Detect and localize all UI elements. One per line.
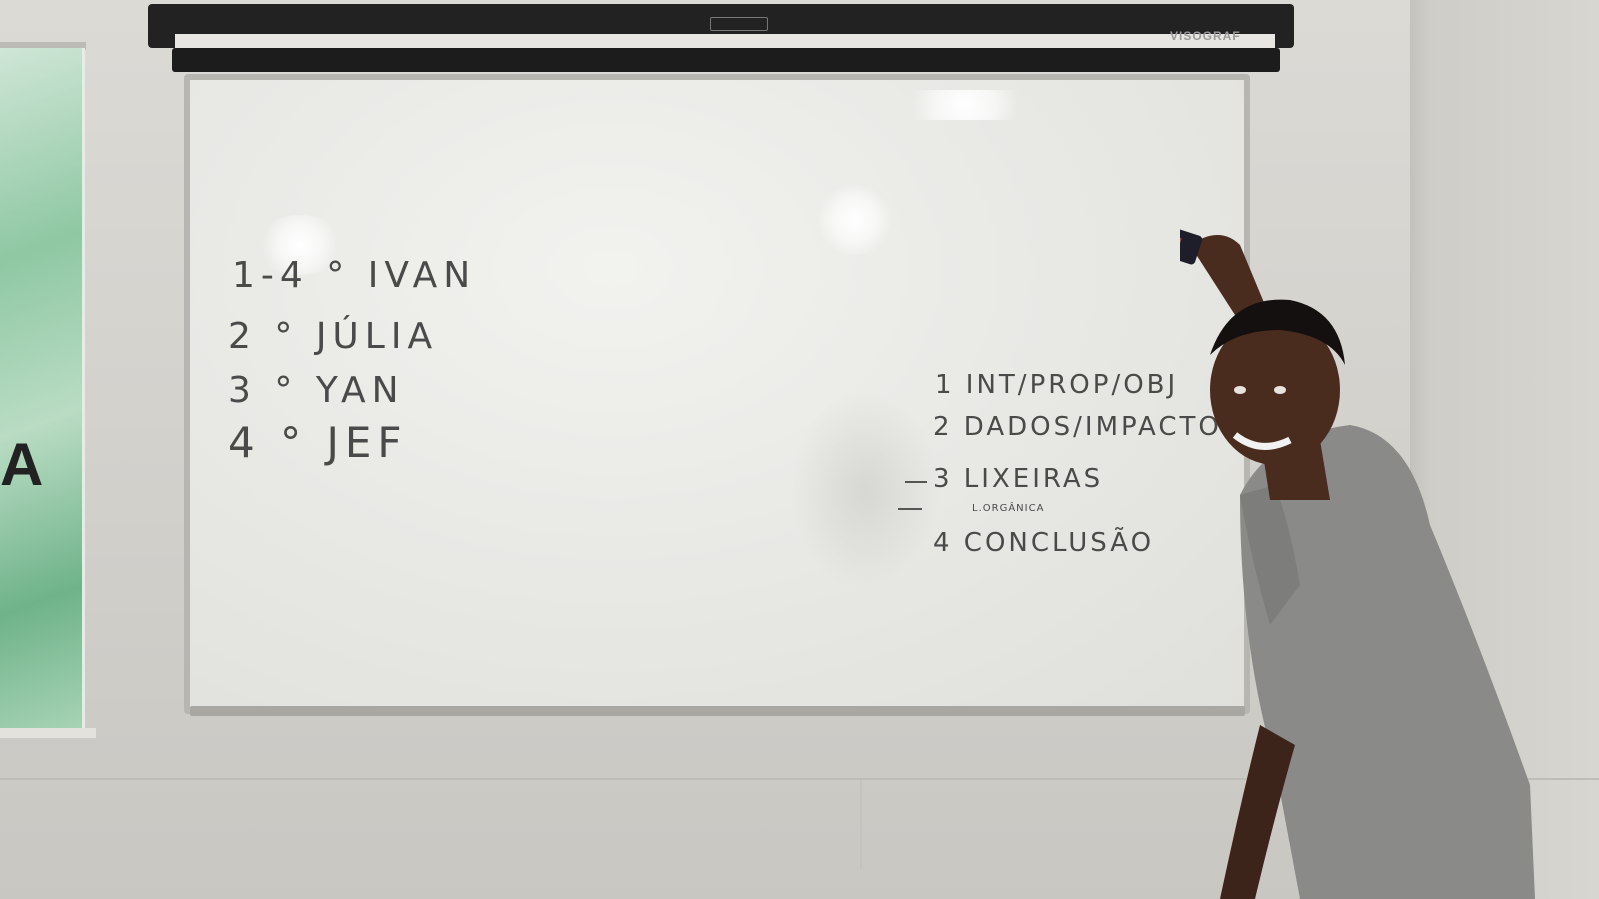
item-sep: ° <box>280 418 308 467</box>
item-sep: ° <box>274 316 299 357</box>
item-number: 2 <box>228 316 257 357</box>
left-list-item: 2 ° JÚLIA <box>228 316 438 357</box>
item-name: JEF <box>326 418 408 467</box>
left-list-item: 1-4 ° IVAN <box>232 255 476 296</box>
dash-mark <box>898 508 922 510</box>
item-number: 1-4 <box>232 255 309 296</box>
banner-letter: A <box>0 431 44 498</box>
item-sep: ° <box>326 255 351 296</box>
projector-brand: VISOGRAF <box>1170 29 1241 43</box>
item-number: 4 <box>228 418 261 467</box>
wall-panel-seam <box>860 780 862 870</box>
item-name: IVAN <box>367 255 477 296</box>
right-list-item: 4 CONCLUSÃO <box>933 528 1155 558</box>
banner <box>0 48 85 728</box>
light-glare <box>815 185 895 255</box>
left-list-item: 4 ° JEF <box>228 418 408 467</box>
banner-rod-bottom <box>0 728 96 738</box>
left-list-item: 3 ° YAN <box>228 370 405 411</box>
person-figure <box>1180 225 1535 899</box>
projector-screen-strip <box>175 34 1275 48</box>
projector-label <box>710 17 768 31</box>
projector-pull-bar <box>172 48 1280 72</box>
right-list-item: 1 INT/PROP/OBJ <box>935 370 1179 400</box>
item-name: YAN <box>315 370 405 411</box>
whiteboard-tray <box>190 706 1245 716</box>
item-number: 3 <box>228 370 257 411</box>
dash-mark <box>905 481 927 483</box>
erased-smudge <box>790 390 940 590</box>
light-glare <box>890 90 1040 120</box>
right-list-item: 3 LIXEIRAS <box>933 464 1104 494</box>
item-name: JÚLIA <box>315 316 439 357</box>
small-note: L.ORGÂNICA <box>972 503 1045 514</box>
item-sep: ° <box>274 370 299 411</box>
